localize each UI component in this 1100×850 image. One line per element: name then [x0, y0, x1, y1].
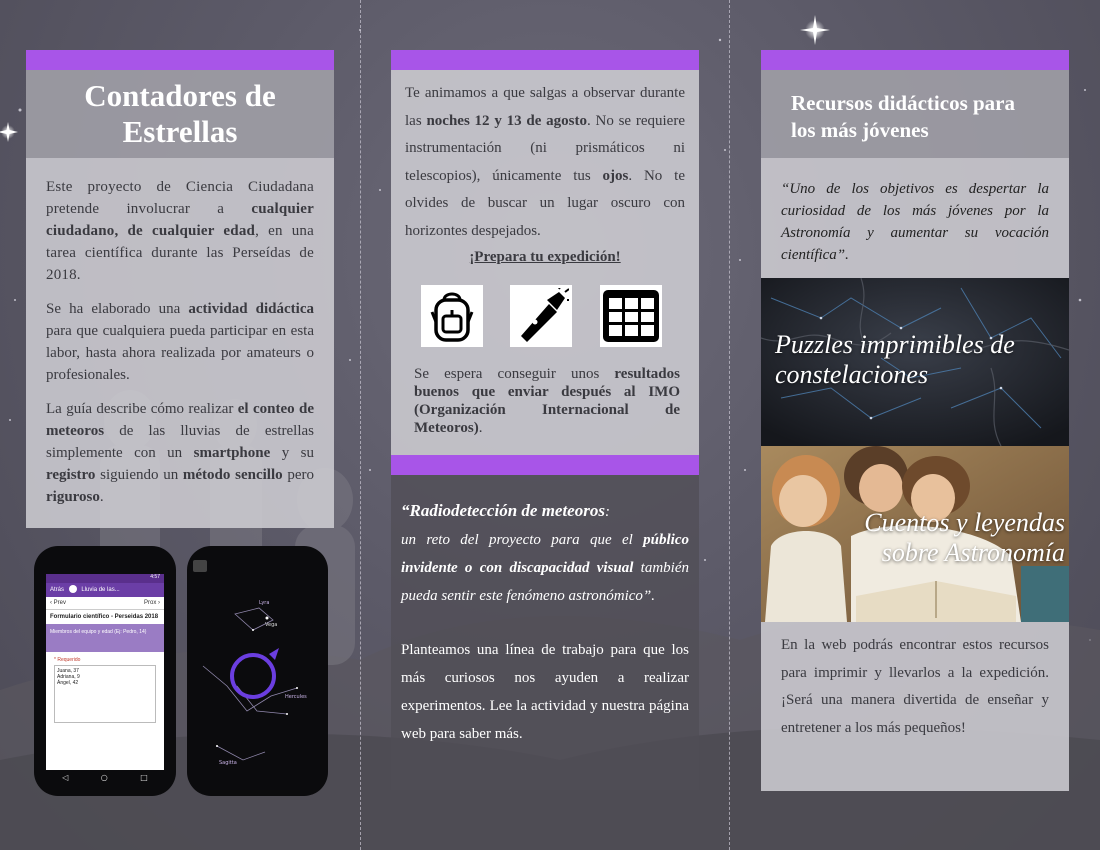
form-title: Formulario científico - Perseidas 2018: [50, 614, 159, 620]
target-reticle-icon: [230, 653, 276, 699]
status-bar: 4:57: [46, 574, 164, 583]
storybook-photo: Cuentos y leyendas sobre Astronomía: [761, 446, 1069, 622]
answer-textarea[interactable]: Juana, 37 Adriana, 9 Ángel, 42: [54, 665, 156, 723]
paragraph-results: Se espera conseguir unos resultados buen…: [414, 366, 680, 436]
star-label: Vega: [265, 622, 277, 628]
star-label: Lyra: [259, 600, 269, 606]
radio-detection-text: “Radiodetección de meteoros: un reto del…: [401, 501, 690, 604]
next-button[interactable]: Prox ›: [144, 597, 160, 609]
nav-row: ‹ Prev Prox ›: [46, 597, 164, 610]
app-logo-icon: [68, 585, 77, 594]
accent-bar: [391, 50, 699, 70]
answer-line: Ángel, 42: [57, 680, 79, 686]
left-intro: Este proyecto de Ciencia Ciudadana prete…: [26, 158, 334, 528]
prev-button[interactable]: ‹ Prev: [50, 597, 66, 609]
radio-detection-block: “Radiodetección de meteoros: un reto del…: [391, 475, 699, 790]
puzzles-caption: Puzzles imprimibles de constelaciones: [775, 330, 1015, 389]
app-title: Lluvia de las...: [81, 587, 120, 593]
recents-square-icon[interactable]: □: [140, 773, 148, 782]
sky-map: Lyra Vega Hercules Sagitta: [193, 560, 307, 766]
flashlight-icon: [510, 285, 572, 347]
required-note: * Requerido: [54, 657, 81, 663]
android-nav-bar: ◁ ○ □: [46, 770, 164, 784]
paragraph-intro: Este proyecto de Ciencia Ciudadana prete…: [46, 179, 314, 283]
paragraph-experiments: Planteamos una línea de trabajo para que…: [401, 642, 689, 742]
constellation-lines: [202, 607, 298, 761]
phone-sky-map-screenshot: Lyra Vega Hercules Sagitta: [187, 546, 328, 796]
menu-icon: [193, 560, 207, 572]
right-title: Recursos didácticos para los más jóvenes: [761, 70, 1069, 158]
paragraph-activity: Se ha elaborado una actividad didáctica …: [46, 301, 314, 383]
star-label: Hercules: [285, 694, 307, 700]
home-circle-icon[interactable]: ○: [101, 773, 108, 782]
paragraph-observe: Te animamos a que salgas a observar dura…: [405, 85, 685, 239]
back-link[interactable]: Atrás: [50, 587, 64, 593]
backpack-icon: [421, 285, 483, 347]
back-triangle-icon[interactable]: ◁: [62, 773, 68, 782]
phone-screen: 4:57 Atrás Lluvia de las... ‹ Prev Prox …: [46, 574, 164, 770]
left-title: Contadores de Estrellas: [26, 70, 334, 158]
accent-bar: [761, 50, 1069, 70]
accent-bar: [26, 50, 334, 70]
grid-sheet-icon: [600, 285, 662, 347]
stories-caption: Cuentos y leyendas sobre Astronomía: [864, 508, 1065, 567]
quote: “Uno de los objetivos es despertar la cu…: [761, 158, 1069, 278]
fold-line: [729, 0, 730, 850]
form-question: Miembros del equipo y edad (Ej: Pedro, 1…: [46, 624, 164, 652]
paragraph-guide: La guía describe cómo realizar el conteo…: [46, 401, 314, 505]
resources-paragraph: En la web podrás encontrar estos recurso…: [761, 622, 1069, 791]
cta-heading: ¡Prepara tu expedición!: [469, 249, 621, 265]
fold-line: [360, 0, 361, 850]
app-bar: Atrás Lluvia de las...: [46, 583, 164, 597]
phone-form-screenshot: 4:57 Atrás Lluvia de las... ‹ Prev Prox …: [34, 546, 176, 796]
puzzle-constellation-photo: Puzzles imprimibles de constelaciones: [761, 278, 1069, 446]
accent-bar: [391, 455, 699, 475]
star-label: Sagitta: [219, 760, 237, 766]
